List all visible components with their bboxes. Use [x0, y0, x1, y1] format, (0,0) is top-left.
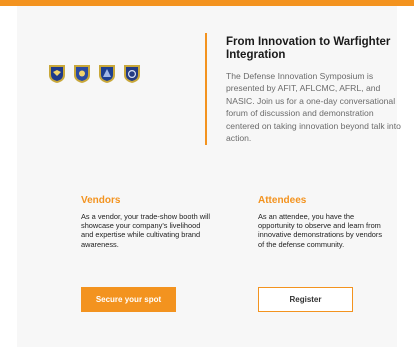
shield-icon: [99, 65, 115, 83]
shield-icon: [49, 65, 65, 83]
intro-description: The Defense Innovation Symposium is pres…: [226, 71, 401, 144]
emblem-row: [48, 64, 141, 84]
attendees-description: As an attendee, you have the opportunity…: [258, 212, 383, 249]
intro-title: From Innovation to Warfighter Integratio…: [226, 36, 391, 61]
vendors-title: Vendors: [81, 195, 121, 206]
attendees-title: Attendees: [258, 195, 307, 206]
secure-your-spot-button[interactable]: Secure your spot: [81, 287, 176, 312]
vendors-description: As a vendor, your trade-show booth will …: [81, 212, 210, 249]
shield-icon: [124, 65, 140, 83]
divider-line: [205, 33, 207, 145]
shield-icon: [74, 65, 90, 83]
register-button[interactable]: Register: [258, 287, 353, 312]
